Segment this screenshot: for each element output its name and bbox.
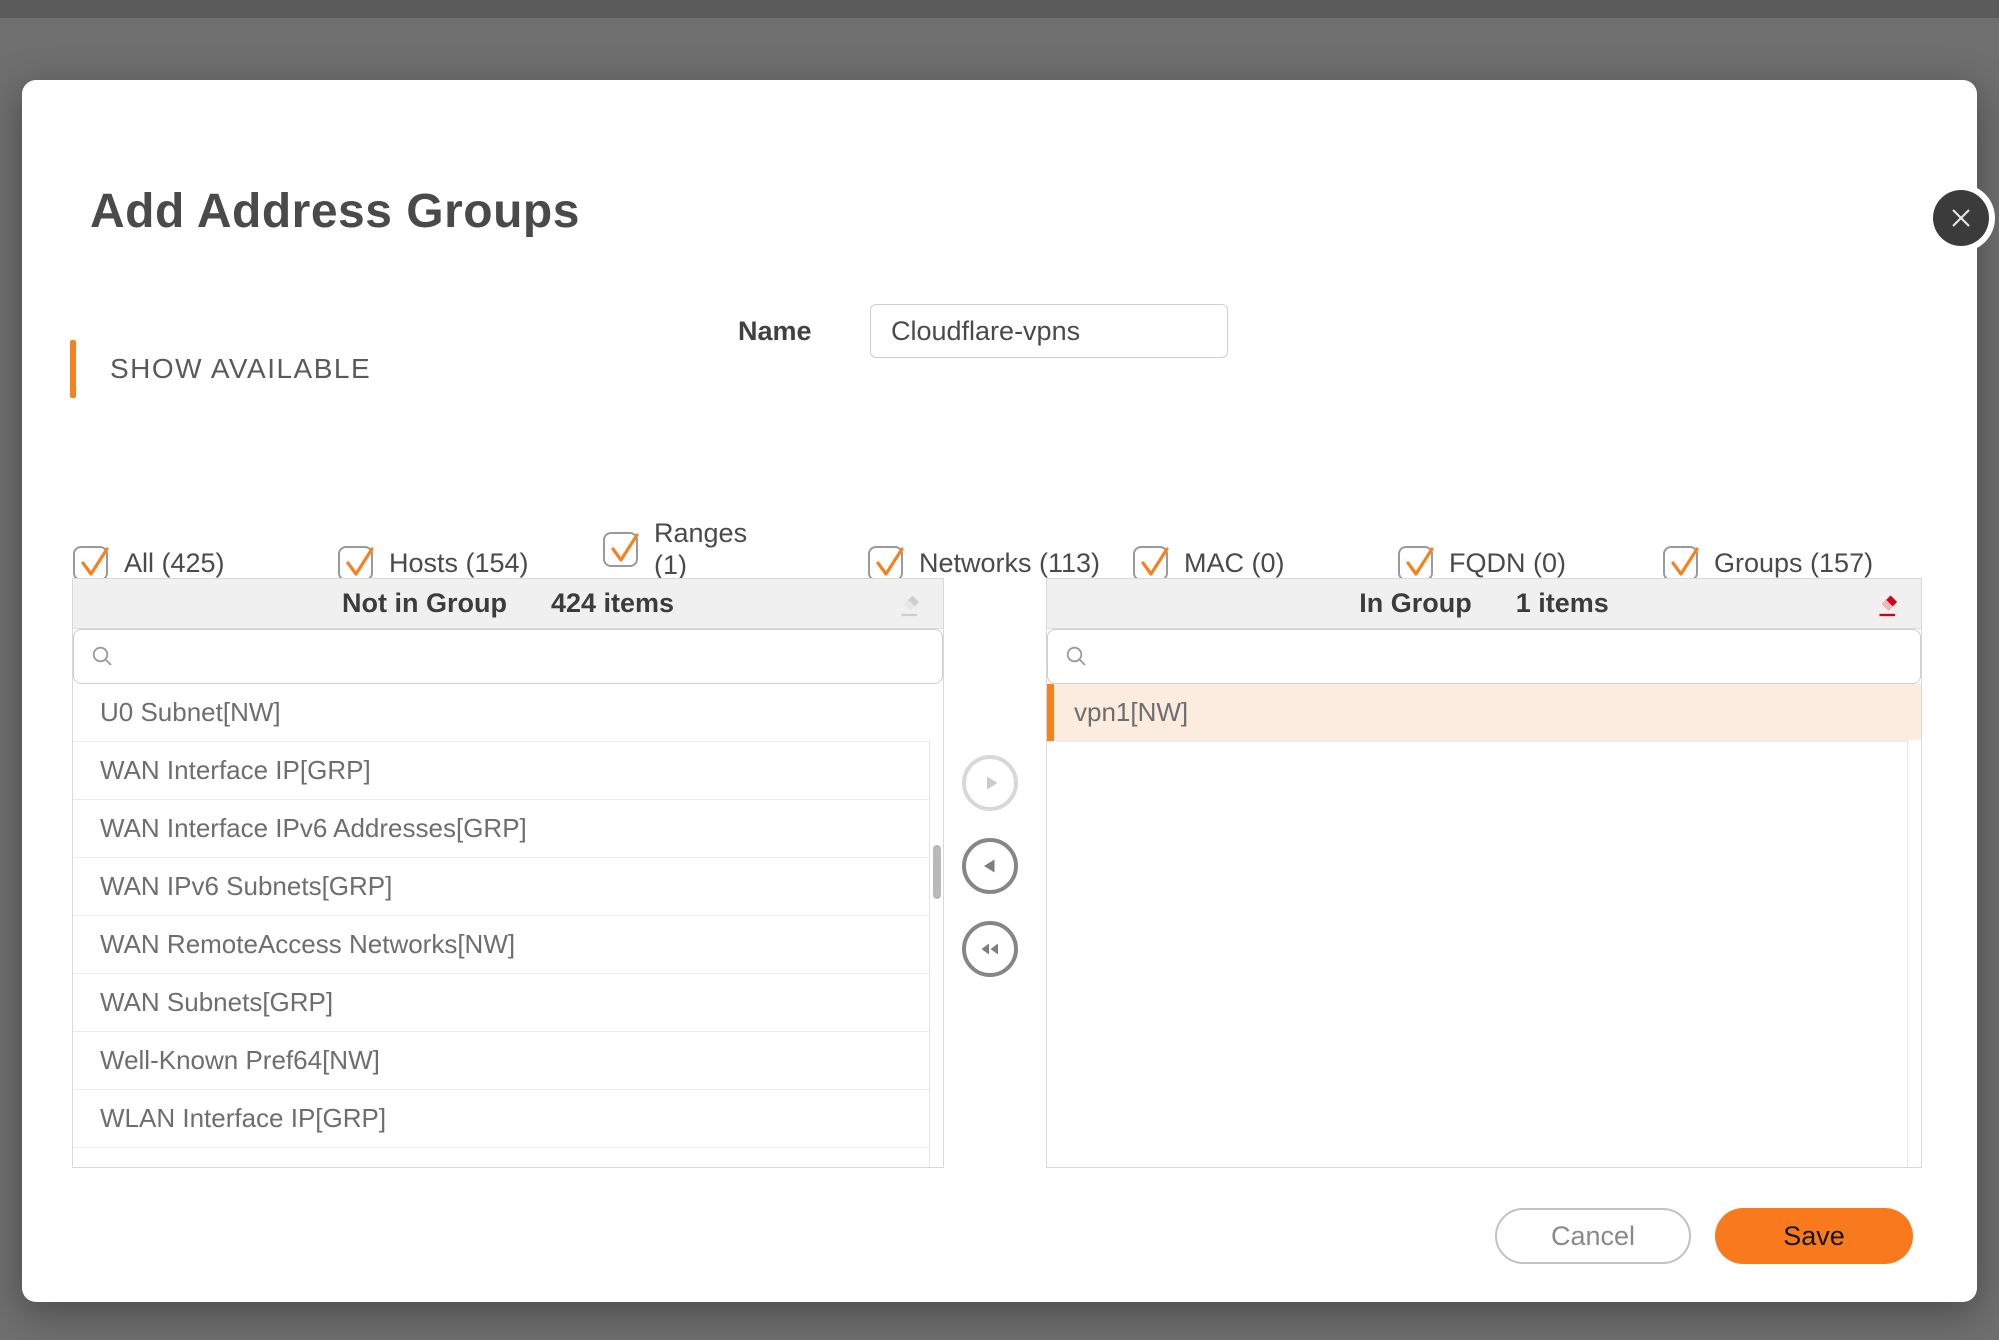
filter-label: Groups (157) — [1714, 548, 1873, 580]
move-left-button[interactable] — [962, 838, 1018, 894]
search-input[interactable] — [1048, 630, 1920, 683]
name-input[interactable] — [870, 304, 1228, 358]
checkbox-icon[interactable] — [73, 546, 108, 581]
add-address-groups-dialog: Add Address Groups Name SHOW AVAILABLE A… — [22, 80, 1977, 1302]
section-label: SHOW AVAILABLE — [110, 353, 371, 385]
list-item[interactable]: WLAN Interface IP[GRP] — [73, 1090, 943, 1148]
search-input[interactable] — [74, 630, 942, 683]
in-group-list: vpn1[NW] — [1047, 684, 1921, 1166]
clear-selection-eraser-icon[interactable] — [1869, 587, 1903, 621]
list-item[interactable]: vpn1[NW] — [1047, 684, 1921, 742]
not-in-group-panel: Not in Group 424 items U0 Subnet[NW] — [72, 578, 944, 1168]
list-item-label: WAN Interface IPv6 Addresses[GRP] — [100, 813, 527, 844]
list-item-label: Well-Known Pref64[NW] — [100, 1045, 380, 1076]
checkbox-icon[interactable] — [1663, 546, 1698, 581]
checkmark-icon — [604, 527, 646, 569]
transfer-controls — [960, 755, 1020, 977]
checkbox-icon[interactable] — [338, 546, 373, 581]
checkbox-icon[interactable] — [868, 546, 903, 581]
arrow-left-icon — [976, 852, 1004, 880]
list-item[interactable]: WAN Subnets[GRP] — [73, 974, 943, 1032]
list-item-label: WAN IPv6 Subnets[GRP] — [100, 871, 392, 902]
list-item[interactable]: WAN Interface IP[GRP] — [73, 742, 943, 800]
list-item-label: U0 Subnet[NW] — [100, 697, 281, 728]
in-group-header: In Group 1 items — [1047, 579, 1921, 629]
filter-label: MAC (0) — [1184, 548, 1285, 580]
filter-label: Ranges (1) — [654, 518, 784, 582]
filter-checkbox-item[interactable]: Ranges (1) — [603, 518, 868, 582]
scrollbar-thumb[interactable] — [933, 845, 941, 899]
name-label: Name — [738, 316, 828, 347]
section-accent-bar — [70, 340, 76, 398]
dialog-footer: Cancel Save — [1495, 1208, 1913, 1264]
list-item[interactable]: WAN Interface IPv6 Addresses[GRP] — [73, 800, 943, 858]
list-item-label: WAN Interface IP[GRP] — [100, 755, 371, 786]
page-title: Add Address Groups — [90, 184, 580, 239]
filter-label: Networks (113) — [919, 548, 1100, 580]
in-group-panel: In Group 1 items vpn1[NW] — [1046, 578, 1922, 1168]
panel-title: Not in Group — [342, 588, 507, 619]
list-item-label: WLAN Interface IP[GRP] — [100, 1103, 386, 1134]
checkbox-icon[interactable] — [603, 532, 638, 567]
list-item[interactable]: U0 Subnet[NW] — [73, 684, 943, 742]
move-all-left-button[interactable] — [962, 921, 1018, 977]
list-item[interactable]: WAN RemoteAccess Networks[NW] — [73, 916, 943, 974]
search-icon — [1064, 644, 1090, 670]
filter-label: FQDN (0) — [1449, 548, 1566, 580]
double-arrow-left-icon — [975, 935, 1005, 963]
scrollbar-track — [1907, 740, 1921, 1167]
checkbox-icon[interactable] — [1398, 546, 1433, 581]
close-button[interactable] — [1933, 190, 1989, 246]
not-in-group-search — [73, 629, 943, 684]
close-icon — [1948, 205, 1974, 231]
window-top-strip — [0, 0, 1999, 18]
in-group-search — [1047, 629, 1921, 684]
show-available-section: SHOW AVAILABLE — [70, 340, 371, 398]
list-item-label: WAN Subnets[GRP] — [100, 987, 333, 1018]
not-in-group-header: Not in Group 424 items — [73, 579, 943, 629]
save-button[interactable]: Save — [1715, 1208, 1913, 1264]
filter-label: Hosts (154) — [389, 548, 529, 580]
cancel-button[interactable]: Cancel — [1495, 1208, 1691, 1264]
panel-title: In Group — [1359, 588, 1471, 619]
not-in-group-list: U0 Subnet[NW] WAN Interface IP[GRP] WAN … — [73, 684, 943, 1166]
list-item[interactable]: Well-Known Pref64[NW] — [73, 1032, 943, 1090]
list-item-label: vpn1[NW] — [1074, 697, 1188, 728]
scrollbar-track — [929, 740, 943, 1167]
panel-count: 424 items — [551, 588, 674, 619]
name-row: Name — [738, 304, 1228, 358]
filter-label: All (425) — [124, 548, 225, 580]
arrow-right-icon — [976, 769, 1004, 797]
list-item-label: WAN RemoteAccess Networks[NW] — [100, 929, 515, 960]
list-item[interactable]: WAN IPv6 Subnets[GRP] — [73, 858, 943, 916]
checkbox-icon[interactable] — [1133, 546, 1168, 581]
clear-selection-eraser-icon-disabled — [891, 587, 925, 621]
search-icon — [90, 644, 116, 670]
move-right-button[interactable] — [962, 755, 1018, 811]
panel-count: 1 items — [1516, 588, 1609, 619]
